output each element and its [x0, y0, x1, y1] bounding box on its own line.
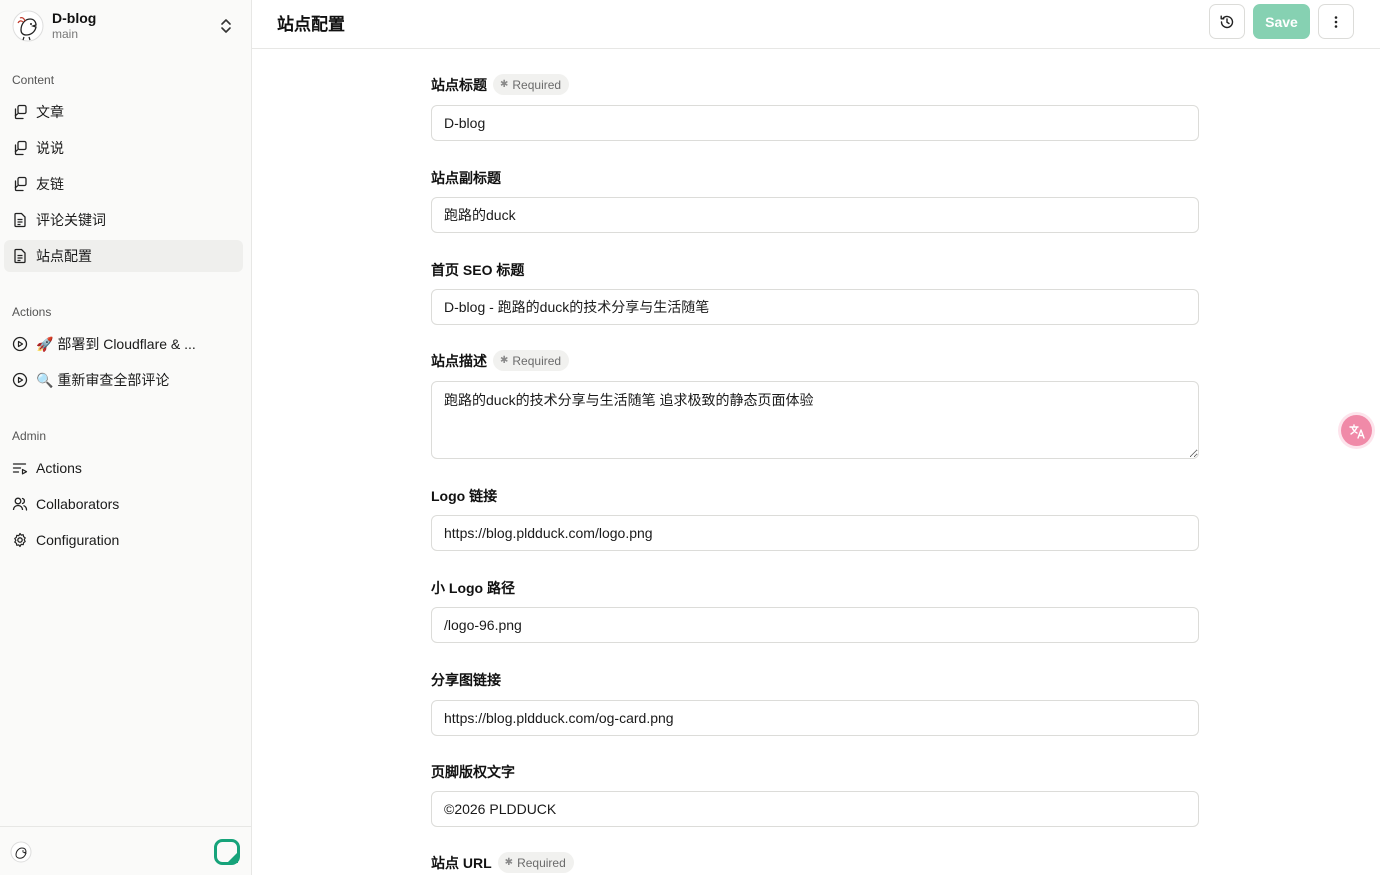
admin-section-title: Admin: [12, 429, 47, 443]
branch-name: main: [52, 27, 79, 41]
small-logo-path-label: 小 Logo 路径: [431, 578, 515, 598]
actions-section-title: Actions: [12, 305, 52, 319]
users-icon: [12, 497, 28, 511]
asterisk-icon: ✱: [500, 355, 509, 366]
sidebar-item-posts[interactable]: 文章: [4, 96, 243, 128]
field-label-text: Logo 链接: [431, 488, 498, 504]
sidebar-item-deploy-action[interactable]: 🚀 部署到 Cloudflare & ...: [4, 328, 243, 360]
sidebar-footer: [0, 826, 251, 875]
page-title: 站点配置: [277, 15, 345, 34]
sidebar-item-label: 站点配置: [36, 248, 92, 264]
site-subtitle-input[interactable]: [431, 197, 1199, 233]
sidebar-item-label: 评论关键词: [36, 212, 106, 228]
sidebar-item-collaborators[interactable]: Collaborators: [4, 488, 243, 520]
list-play-icon: [12, 463, 28, 475]
field-label-text: 分享图链接: [431, 672, 501, 688]
sidebar-item-site-config[interactable]: 站点配置: [4, 240, 243, 272]
required-badge: ✱ Required: [493, 350, 570, 371]
field-label-text: 站点标题: [431, 76, 487, 93]
field-label-text: 页脚版权文字: [431, 764, 515, 780]
more-vertical-icon: [1334, 15, 1338, 28]
history-button[interactable]: [1209, 4, 1245, 39]
duck-avatar-icon: [12, 10, 44, 42]
translate-button[interactable]: [1341, 415, 1372, 446]
sidebar: D-blog main Content 文章 说说 友链 评论关键词 站点配置 …: [0, 0, 252, 875]
small-logo-path-input[interactable]: [431, 607, 1199, 643]
sidebar-item-label: Actions: [36, 460, 82, 476]
required-text: Required: [512, 353, 562, 368]
sidebar-item-actions[interactable]: Actions: [4, 452, 243, 484]
asterisk-icon: ✱: [500, 79, 509, 90]
required-text: Required: [517, 855, 566, 870]
sidebar-item-label: Collaborators: [36, 496, 120, 512]
field-label-text: 站点副标题: [431, 170, 501, 186]
site-url-label: 站点 URL ✱ Required: [431, 852, 574, 873]
required-text: Required: [512, 77, 562, 92]
collection-icon: [14, 176, 27, 192]
site-subtitle-label: 站点副标题: [431, 168, 501, 188]
user-avatar-icon[interactable]: [10, 841, 32, 863]
seo-title-label: 首页 SEO 标题: [431, 260, 524, 280]
footer-copyright-label: 页脚版权文字: [431, 762, 515, 782]
play-circle-icon: [12, 372, 28, 388]
sidebar-item-label: Configuration: [36, 532, 120, 548]
site-description-label: 站点描述 ✱ Required: [431, 350, 570, 371]
history-icon: [1220, 15, 1234, 28]
field-label-text: 站点 URL: [431, 854, 492, 871]
pagescms-logo-icon[interactable]: [214, 839, 240, 865]
page-header: 站点配置 Save: [252, 0, 1380, 49]
sidebar-item-configuration[interactable]: Configuration: [4, 524, 243, 556]
field-label-text: 站点描述: [431, 352, 487, 369]
chevron-up-down-icon[interactable]: [218, 17, 234, 35]
asterisk-icon: ✱: [504, 857, 514, 868]
site-title-input[interactable]: [431, 105, 1199, 141]
field-label-text: 小 Logo 路径: [431, 580, 515, 596]
sidebar-item-moments[interactable]: 说说: [4, 132, 243, 164]
play-circle-icon: [12, 336, 28, 352]
sidebar-item-review-comments-action[interactable]: 🔍 重新审查全部评论: [4, 364, 243, 396]
seo-title-input[interactable]: [431, 289, 1199, 325]
save-button[interactable]: Save: [1253, 4, 1310, 39]
share-image-url-label: 分享图链接: [431, 670, 501, 690]
site-description-textarea[interactable]: 跑路的duck的技术分享与生活随笔 追求极致的静态页面体验: [431, 381, 1199, 459]
file-icon: [14, 248, 26, 264]
sidebar-item-comment-keywords[interactable]: 评论关键词: [4, 204, 243, 236]
field-label-text: 首页 SEO 标题: [431, 262, 525, 278]
footer-copyright-input[interactable]: [431, 791, 1199, 827]
gear-icon: [14, 532, 26, 548]
sidebar-item-label: 🔍 重新审查全部评论: [36, 372, 170, 388]
sidebar-item-label: 说说: [36, 140, 64, 156]
repo-name: D-blog: [52, 10, 97, 26]
repo-switcher[interactable]: D-blog main: [12, 6, 240, 46]
content-section-title: Content: [12, 73, 55, 87]
more-options-button[interactable]: [1318, 4, 1354, 39]
translate-icon: [1348, 423, 1365, 439]
sidebar-item-label: 🚀 部署到 Cloudflare & ...: [36, 336, 196, 352]
file-icon: [14, 212, 26, 228]
sidebar-item-label: 文章: [36, 104, 64, 120]
required-badge: ✱ Required: [493, 74, 570, 95]
share-image-url-input[interactable]: [431, 700, 1199, 736]
sidebar-item-friends[interactable]: 友链: [4, 168, 243, 200]
collection-icon: [14, 140, 27, 156]
required-badge: ✱ Required: [497, 852, 574, 873]
logo-url-input[interactable]: [431, 515, 1199, 551]
site-title-label: 站点标题 ✱ Required: [431, 74, 570, 95]
collection-icon: [14, 104, 27, 120]
sidebar-item-label: 友链: [36, 176, 64, 192]
logo-url-label: Logo 链接: [431, 486, 497, 506]
